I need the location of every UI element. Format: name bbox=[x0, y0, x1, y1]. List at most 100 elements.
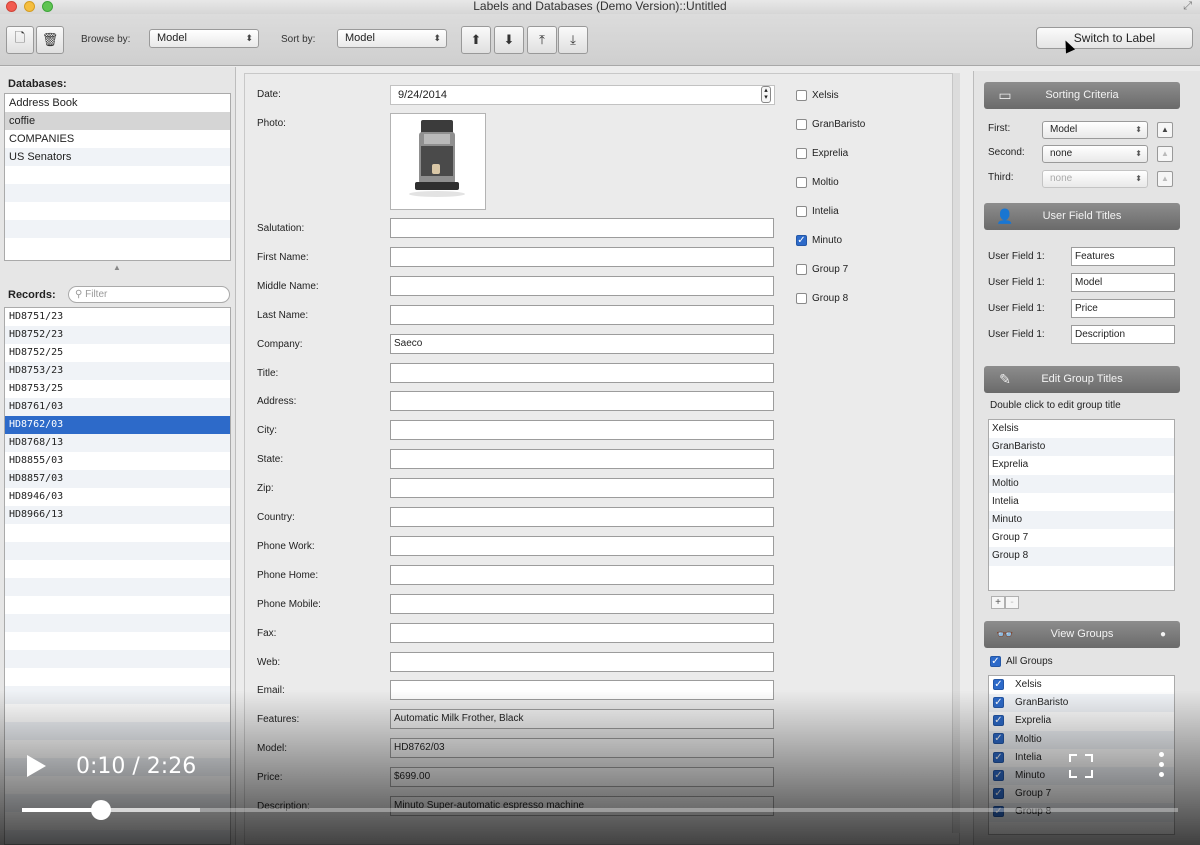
group-titles-list[interactable]: Xelsis GranBaristo Exprelia Moltio Intelia Mi… bbox=[988, 419, 1175, 591]
record-item[interactable]: HD8966/13 bbox=[5, 506, 230, 524]
group-checkbox[interactable]: Group 8 bbox=[796, 293, 848, 304]
records-filter-input[interactable]: ⚲ Filter bbox=[68, 286, 230, 303]
arrow-top-icon: ⤒ bbox=[539, 32, 545, 47]
group-title-item[interactable]: Group 7 bbox=[989, 529, 1174, 547]
zip-field[interactable] bbox=[390, 478, 774, 499]
zoom-window-button[interactable] bbox=[42, 1, 53, 12]
edit-groups-hint: Double click to edit group title bbox=[990, 400, 1121, 411]
second-sort-select[interactable]: none ⬍ bbox=[1042, 145, 1148, 163]
middle-name-field[interactable] bbox=[390, 275, 774, 296]
record-item[interactable]: HD8855/03 bbox=[5, 452, 230, 470]
phone-work-field[interactable] bbox=[390, 535, 774, 556]
group-title-item[interactable]: Minuto bbox=[989, 510, 1174, 530]
play-icon[interactable] bbox=[27, 755, 46, 777]
new-record-button[interactable]: 🗋 bbox=[6, 26, 34, 54]
add-group-button[interactable]: + bbox=[991, 596, 1005, 609]
state-field[interactable] bbox=[390, 449, 774, 470]
third-sort-order-button[interactable]: ▲ bbox=[1157, 171, 1173, 187]
remove-group-button[interactable]: - bbox=[1005, 596, 1019, 609]
phone-mobile-field[interactable] bbox=[390, 593, 774, 614]
sort-by-select[interactable]: Model ⬍ bbox=[337, 29, 447, 48]
user-field-input[interactable]: Price bbox=[1071, 299, 1175, 318]
group-checkbox-label: Exprelia bbox=[812, 148, 849, 160]
record-item[interactable]: HD8768/13 bbox=[5, 434, 230, 452]
record-item[interactable]: HD8752/25 bbox=[5, 344, 230, 362]
move-to-bottom-button[interactable]: ⤓ bbox=[558, 26, 588, 54]
record-item[interactable]: HD8762/03 bbox=[5, 416, 230, 434]
sort-by-label: Sort by: bbox=[281, 34, 316, 45]
user-field-input[interactable]: Model bbox=[1071, 273, 1175, 292]
product-photo[interactable] bbox=[390, 113, 486, 210]
filter-placeholder: Filter bbox=[85, 289, 108, 300]
third-sort-select[interactable]: none ⬍ bbox=[1042, 170, 1148, 188]
folder-icon: ▭ bbox=[998, 87, 1012, 103]
delete-record-button[interactable]: 🗑 bbox=[36, 26, 64, 54]
company-field[interactable]: Saeco bbox=[390, 333, 774, 354]
address-field[interactable] bbox=[390, 391, 774, 412]
record-item[interactable]: HD8761/03 bbox=[5, 398, 230, 416]
salutation-field[interactable] bbox=[390, 218, 774, 238]
select-arrows-icon: ⬍ bbox=[433, 33, 441, 43]
record-item[interactable]: HD8751/23 bbox=[5, 308, 230, 326]
country-field[interactable] bbox=[390, 507, 774, 527]
minimize-window-button[interactable] bbox=[24, 1, 35, 12]
group-title-item[interactable]: Intelia bbox=[989, 493, 1174, 511]
database-item[interactable]: US Senators bbox=[5, 148, 230, 166]
first-name-field[interactable] bbox=[390, 246, 774, 267]
fax-field[interactable] bbox=[390, 622, 774, 643]
group-checkbox[interactable]: ✓ Minuto bbox=[796, 235, 842, 246]
record-item[interactable]: HD8946/03 bbox=[5, 488, 230, 506]
group-title-item[interactable]: Moltio bbox=[989, 474, 1174, 493]
database-item[interactable]: coffie bbox=[5, 112, 230, 130]
all-groups-checkbox[interactable]: ✓ All Groups bbox=[990, 656, 1053, 667]
group-checkbox[interactable]: Group 7 bbox=[796, 264, 848, 275]
video-scrubber-handle[interactable] bbox=[91, 800, 111, 820]
browse-by-label: Browse by: bbox=[81, 34, 131, 45]
database-item[interactable]: Address Book bbox=[5, 94, 230, 112]
last-name-field[interactable] bbox=[390, 304, 774, 325]
group-checkbox[interactable]: Moltio bbox=[796, 177, 839, 188]
first-sort-order-button[interactable]: ▲ bbox=[1157, 122, 1173, 138]
databases-list[interactable]: Address Book coffie COMPANIES US Senators bbox=[4, 93, 231, 261]
phone-home-field[interactable] bbox=[390, 564, 774, 585]
sorting-criteria-header: ▭ Sorting Criteria bbox=[984, 82, 1180, 109]
video-time: 0:10 / 2:26 bbox=[76, 754, 197, 779]
record-item[interactable]: HD8753/23 bbox=[5, 362, 230, 380]
group-checkbox[interactable]: Xelsis bbox=[796, 90, 839, 101]
records-label: Records: bbox=[8, 289, 56, 301]
fullscreen-icon[interactable] bbox=[1069, 754, 1093, 778]
search-icon: ⚲ bbox=[75, 289, 83, 300]
second-sort-order-button[interactable]: ▲ bbox=[1157, 146, 1173, 162]
switch-to-label-button[interactable]: Switch to Label bbox=[1036, 27, 1193, 49]
record-item[interactable]: HD8753/25 bbox=[5, 380, 230, 398]
city-field[interactable] bbox=[390, 420, 774, 441]
move-down-button[interactable]: ⬇ bbox=[494, 26, 524, 54]
browse-by-select[interactable]: Model ⬍ bbox=[149, 29, 259, 48]
group-title-item[interactable]: Xelsis bbox=[989, 420, 1174, 438]
more-options-icon[interactable] bbox=[1158, 752, 1166, 780]
user-field-input[interactable]: Features bbox=[1071, 247, 1175, 266]
splitter-handle-icon[interactable]: ▲ bbox=[113, 263, 121, 272]
group-checkbox[interactable]: Exprelia bbox=[796, 148, 848, 159]
move-up-button[interactable]: ⬆ bbox=[461, 26, 491, 54]
record-item[interactable]: HD8752/23 bbox=[5, 326, 230, 344]
fullscreen-arrows-icon[interactable]: ⤢ bbox=[1183, 0, 1192, 13]
group-title-item[interactable]: Exprelia bbox=[989, 456, 1174, 474]
empty-row bbox=[5, 220, 230, 238]
close-window-button[interactable] bbox=[6, 1, 17, 12]
move-to-top-button[interactable]: ⤒ bbox=[527, 26, 557, 54]
database-item[interactable]: COMPANIES bbox=[5, 130, 230, 148]
record-item[interactable]: HD8857/03 bbox=[5, 470, 230, 488]
web-field[interactable] bbox=[390, 651, 774, 672]
checkbox-checked-icon: ✓ bbox=[990, 656, 1001, 667]
first-sort-select[interactable]: Model ⬍ bbox=[1042, 121, 1148, 139]
group-title-item[interactable]: GranBaristo bbox=[989, 438, 1174, 457]
date-field[interactable]: 9/24/2014 bbox=[390, 85, 775, 105]
group-checkbox[interactable]: Intelia bbox=[796, 206, 839, 217]
group-checkbox[interactable]: GranBaristo bbox=[796, 119, 865, 130]
date-stepper[interactable]: ▴ ▾ bbox=[761, 86, 771, 103]
empty-row bbox=[5, 596, 230, 614]
group-title-item[interactable]: Group 8 bbox=[989, 547, 1174, 566]
title-field[interactable] bbox=[390, 362, 774, 383]
user-field-input[interactable]: Description bbox=[1071, 325, 1175, 344]
